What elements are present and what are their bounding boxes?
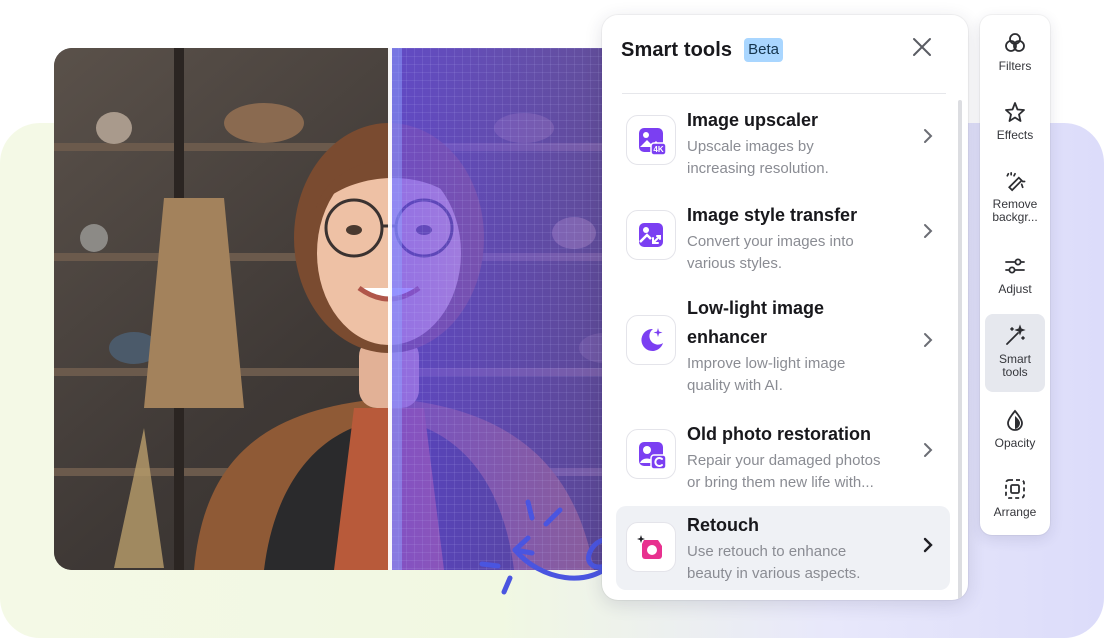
- rail-label: Effects: [996, 128, 1034, 142]
- filters-icon: [1005, 33, 1025, 52]
- tool-desc: Upscale images by increasing resolution.: [687, 138, 829, 177]
- close-icon[interactable]: [910, 35, 934, 59]
- chevron-right-icon: [924, 443, 933, 457]
- chevron-right-icon: [924, 129, 933, 143]
- tool-title: Low-light image enhancer: [687, 298, 824, 347]
- beta-badge: Beta: [744, 38, 783, 62]
- photo-restore-icon: [626, 429, 676, 479]
- tool-desc: Improve low-light image quality with AI.: [687, 355, 846, 394]
- tool-item-image-upscaler[interactable]: 4K Image upscaler Upscale images by incre…: [616, 101, 950, 189]
- tool-desc: Repair your damaged photos or bring them …: [687, 452, 881, 491]
- tool-item-low-light-enhancer[interactable]: Low-light image enhancer Improve low-ligh…: [616, 291, 950, 403]
- retouch-icon: [626, 522, 676, 572]
- image-style-icon: [626, 210, 676, 260]
- rail-item-arrange[interactable]: Arrange: [985, 467, 1045, 531]
- tool-item-retouch[interactable]: Retouch Use retouch to enhance beauty in …: [616, 506, 950, 590]
- remove-background-icon: [1006, 172, 1026, 192]
- rail-label: Adjust: [998, 282, 1032, 296]
- tool-title: Old photo restoration: [687, 424, 871, 444]
- opacity-drop-icon: [1007, 409, 1023, 431]
- panel-scrollbar[interactable]: [958, 100, 962, 600]
- rail-item-effects[interactable]: Effects: [985, 90, 1045, 154]
- tool-desc: Use retouch to enhance beauty in various …: [687, 543, 861, 582]
- rail-label: Opacity: [994, 436, 1036, 450]
- image-4k-icon: 4K: [626, 115, 676, 165]
- chevron-right-icon: [924, 224, 933, 238]
- moon-sparkle-icon: [626, 315, 676, 365]
- tools-rail: Filters Effects Remove backgr... Adjust S…: [980, 15, 1050, 535]
- rail-label: Filters: [998, 59, 1032, 73]
- tool-desc: Convert your images into various styles.: [687, 233, 854, 272]
- tool-title: Image style transfer: [687, 205, 858, 225]
- chevron-right-icon: [923, 537, 933, 553]
- smart-tools-panel: Smart tools Beta 4K Image upscaler Upsca…: [602, 15, 968, 600]
- chevron-right-icon: [924, 333, 933, 347]
- magic-wand-icon: [1006, 324, 1026, 345]
- tool-title: Image upscaler: [687, 110, 819, 130]
- rail-item-remove-background[interactable]: Remove backgr...: [985, 160, 1045, 224]
- tool-item-image-style-transfer[interactable]: Image style transfer Convert your images…: [616, 196, 950, 284]
- rail-item-filters[interactable]: Filters: [985, 21, 1045, 85]
- rail-label: Smart tools: [998, 352, 1031, 379]
- tool-title: Retouch: [687, 515, 759, 535]
- rail-item-adjust[interactable]: Adjust: [985, 244, 1045, 308]
- effects-star-icon: [1005, 102, 1025, 122]
- svg-text:4K: 4K: [653, 145, 663, 154]
- arrange-icon: [1005, 479, 1025, 499]
- rail-label: Arrange: [993, 505, 1037, 519]
- rail-item-opacity[interactable]: Opacity: [985, 398, 1045, 462]
- panel-title: Smart tools: [621, 38, 733, 61]
- rail-item-smart-tools[interactable]: Smart tools: [985, 314, 1045, 392]
- adjust-sliders-icon: [1005, 258, 1025, 274]
- rail-label: Remove backgr...: [992, 197, 1038, 224]
- tool-item-old-photo-restoration[interactable]: Old photo restoration Repair your damage…: [616, 415, 950, 503]
- panel-header: Smart tools Beta: [621, 37, 783, 63]
- panel-divider: [622, 93, 946, 94]
